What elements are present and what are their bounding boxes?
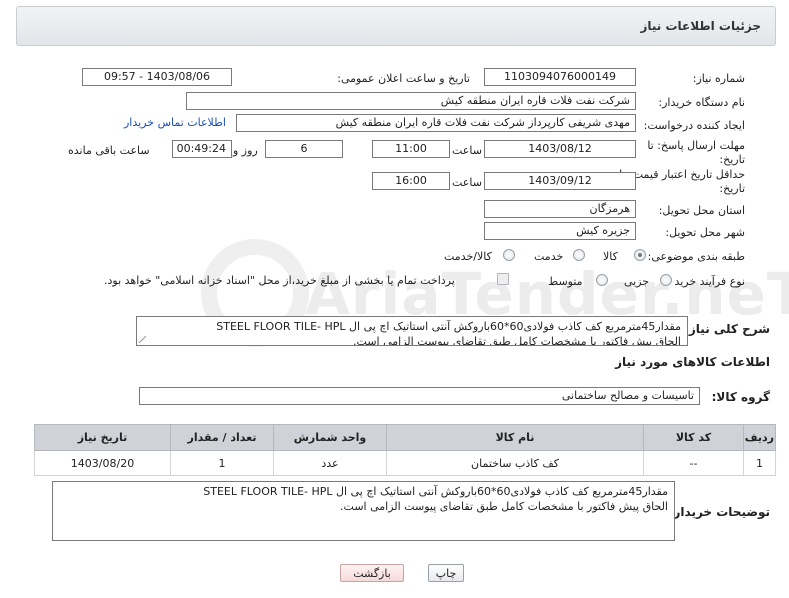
col-quantity: تعداد / مقدار xyxy=(170,424,274,451)
price-validity-label-line2: تاریخ: xyxy=(719,182,745,195)
reply-days-label: روز و xyxy=(233,144,258,157)
announce-datetime-label: تاریخ و ساعت اعلان عمومی: xyxy=(337,72,470,85)
buyer-contact-link[interactable]: اطلاعات تماس خریدار xyxy=(124,116,226,129)
treasury-payment-checkbox[interactable] xyxy=(497,273,509,285)
col-item-code: کد کالا xyxy=(643,424,744,451)
category-radio-goods[interactable] xyxy=(634,249,646,261)
reply-deadline-label: مهلت ارسال پاسخ: تا تاریخ: xyxy=(647,139,745,167)
reply-days-field[interactable]: 6 xyxy=(265,140,343,158)
general-description-field[interactable]: مقدار45مترمربع کف کاذب فولادی60*60باروکش… xyxy=(136,316,688,346)
category-label: طبقه بندی موضوعی: xyxy=(647,250,745,263)
cell-unit: عدد xyxy=(273,450,387,476)
category-option-service: خدمت xyxy=(534,250,564,263)
panel-header: جزئیات اطلاعات نیاز xyxy=(16,6,776,46)
col-need-date: تاریخ نیاز xyxy=(34,424,171,451)
requester-label: ایجاد کننده درخواست: xyxy=(643,119,745,132)
cell-item-code: -- xyxy=(643,450,744,476)
purchase-radio-minor[interactable] xyxy=(660,274,672,286)
province-field[interactable]: هرمزگان xyxy=(484,200,636,218)
page-title: جزئیات اطلاعات نیاز xyxy=(640,19,761,33)
category-option-goods: کالا xyxy=(603,250,618,263)
announce-datetime-field[interactable]: 1403/08/06 - 09:57 xyxy=(82,68,232,86)
city-label: شهر محل تحویل: xyxy=(665,226,745,239)
goods-group-field[interactable]: تاسیسات و مصالح ساختمانی xyxy=(139,387,700,405)
requester-field[interactable]: مهدی شریفی کارپرداز شرکت نفت فلات قاره ا… xyxy=(236,114,636,132)
city-field[interactable]: جزیره کیش xyxy=(484,222,636,240)
print-button[interactable]: چاپ xyxy=(428,564,464,582)
buyer-notes-field[interactable]: مقدار45مترمربع کف کاذب فولادی60*60باروکش… xyxy=(52,481,675,541)
treasury-payment-note: پرداخت تمام یا بخشی از مبلغ خرید،از محل … xyxy=(104,274,455,287)
goods-section-title: اطلاعات کالاهای مورد نیاز xyxy=(615,355,770,369)
purchase-radio-medium[interactable] xyxy=(596,274,608,286)
reply-date-field[interactable]: 1403/08/12 xyxy=(484,140,636,158)
purchase-type-label: نوع فرآیند خرید : xyxy=(667,275,745,288)
category-radio-goods-service[interactable] xyxy=(503,249,515,261)
cell-item-name: کف کاذب ساختمان xyxy=(386,450,644,476)
price-validity-date-field[interactable]: 1403/09/12 xyxy=(484,172,636,190)
need-number-field[interactable]: 1103094076000149 xyxy=(484,68,636,86)
buyer-notes-line2: الحاق پیش فاکتور با مشخصات کامل طبق تقاض… xyxy=(340,500,668,513)
category-radio-service[interactable] xyxy=(573,249,585,261)
price-validity-time-field[interactable]: 16:00 xyxy=(372,172,450,190)
reply-deadline-label-line2: تاریخ: xyxy=(719,153,745,166)
cell-row-number: 1 xyxy=(743,450,776,476)
purchase-option-medium: متوسط xyxy=(548,275,583,288)
buyer-org-field[interactable]: شرکت نفت فلات قاره ایران منطقه کیش xyxy=(186,92,636,110)
buyer-notes-label: توضیحات خریدار: xyxy=(668,505,770,519)
reply-time-field[interactable]: 11:00 xyxy=(372,140,450,158)
goods-group-label: گروه کالا: xyxy=(711,390,770,404)
general-description-line1: مقدار45مترمربع کف کاذب فولادی60*60باروکش… xyxy=(216,320,681,333)
province-label: استان محل تحویل: xyxy=(658,204,745,217)
goods-table: ردیف کد کالا نام کالا واحد شمارش تعداد /… xyxy=(34,424,776,476)
reply-time-label: ساعت xyxy=(452,144,482,157)
reply-deadline-label-line1: مهلت ارسال پاسخ: تا xyxy=(647,139,745,152)
general-description-line2: الحاق پیش فاکتور با مشخصات کامل طبق تقاض… xyxy=(353,335,681,346)
resize-handle-icon[interactable] xyxy=(139,336,146,343)
buyer-notes-line1: مقدار45مترمربع کف کاذب فولادی60*60باروکش… xyxy=(203,485,668,498)
remaining-time-field[interactable]: 00:49:24 xyxy=(172,140,232,158)
need-number-label: شماره نیاز: xyxy=(692,72,745,85)
price-validity-label-line1: حداقل تاریخ اعتبار قیمت: تا xyxy=(619,168,745,181)
table-row[interactable]: 1 -- کف کاذب ساختمان عدد 1 1403/08/20 xyxy=(34,450,776,476)
back-button[interactable]: بازگشت xyxy=(340,564,404,582)
price-validity-label: حداقل تاریخ اعتبار قیمت: تا تاریخ: xyxy=(619,168,745,196)
col-item-name: نام کالا xyxy=(386,424,644,451)
cell-quantity: 1 xyxy=(170,450,274,476)
cell-need-date: 1403/08/20 xyxy=(34,450,171,476)
col-row-number: ردیف xyxy=(743,424,776,451)
buyer-org-label: نام دستگاه خریدار: xyxy=(658,96,745,109)
remaining-time-label: ساعت باقی مانده xyxy=(68,144,150,157)
col-unit: واحد شمارش xyxy=(273,424,387,451)
category-option-goods-service: کالا/خدمت xyxy=(444,250,492,263)
price-validity-time-label: ساعت xyxy=(452,176,482,189)
purchase-option-minor: جزیی xyxy=(624,275,650,288)
goods-table-header: ردیف کد کالا نام کالا واحد شمارش تعداد /… xyxy=(34,424,776,451)
general-description-label: شرح کلی نیاز: xyxy=(684,322,770,336)
